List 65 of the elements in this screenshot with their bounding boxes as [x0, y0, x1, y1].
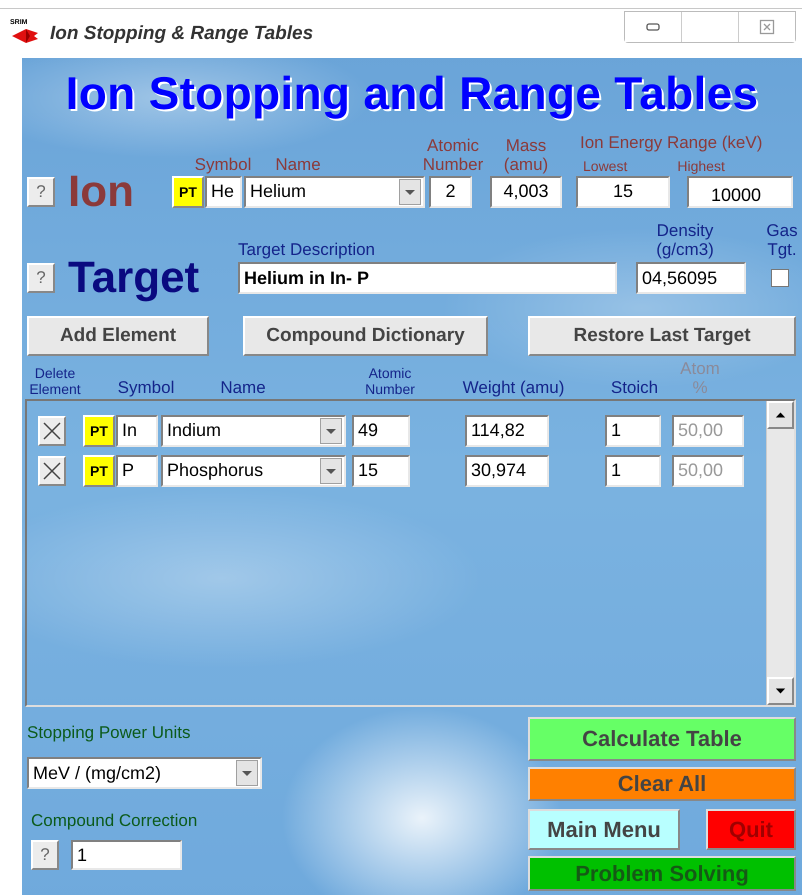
name-dropdown[interactable]: Indium	[161, 414, 346, 446]
gas-target-checkbox[interactable]	[771, 269, 789, 287]
periodic-table-button[interactable]: PT	[172, 176, 204, 208]
energy-range-label: Ion Energy Range (keV)	[580, 133, 764, 152]
weight-field[interactable]: 30,974	[465, 454, 549, 486]
column-header: Weight (amu)	[462, 378, 566, 397]
weight-field[interactable]: 114,82	[465, 414, 549, 446]
help-button[interactable]: ?	[31, 840, 59, 870]
name-label: Name	[274, 155, 322, 174]
help-button[interactable]: ?	[27, 176, 55, 206]
density-label: Density (g/cm3)	[655, 221, 715, 259]
column-header: Name	[219, 378, 267, 397]
column-header: Stoich	[610, 378, 660, 397]
mass-field[interactable]: 4,003	[490, 176, 562, 208]
column-header: Delete Element	[28, 365, 82, 397]
periodic-table-button[interactable]: PT	[83, 414, 115, 446]
app-heading: Ion Stopping and Range Tables	[66, 66, 758, 120]
atomic-number-field[interactable]: 49	[352, 414, 410, 446]
gas-target-label: Gas Tgt.	[765, 221, 799, 259]
lowest-label: Lowest	[583, 158, 628, 174]
scrollbar[interactable]	[766, 401, 794, 705]
atomic-number-label: Atomic Number	[422, 136, 484, 174]
minimize-icon	[646, 23, 660, 31]
column-header: Atom %	[679, 359, 721, 397]
name-dropdown[interactable]: Helium	[244, 176, 425, 208]
help-button[interactable]: ?	[27, 263, 55, 293]
density-field[interactable]: 04,56095	[636, 262, 746, 294]
symbol-field[interactable]: He	[205, 176, 242, 208]
highest-energy-field[interactable]: 10000	[687, 176, 793, 208]
close-button[interactable]	[738, 12, 795, 42]
scroll-down-icon[interactable]	[767, 677, 794, 705]
atomic-number-field[interactable]: 15	[352, 454, 410, 486]
symbol-label: Symbol	[194, 155, 252, 174]
column-header: Atomic Number	[364, 365, 416, 397]
column-header: Symbol	[116, 378, 176, 397]
compound-correction-field[interactable]: 1	[71, 840, 182, 870]
clear-all-button[interactable]: Clear All	[528, 767, 796, 801]
main-menu-button[interactable]: Main Menu	[528, 809, 680, 850]
stoich-field[interactable]: 1	[605, 454, 661, 486]
x-icon	[42, 460, 62, 480]
scroll-up-icon[interactable]	[767, 401, 794, 429]
delete-button[interactable]	[38, 416, 66, 446]
delete-button[interactable]	[38, 456, 66, 486]
target-description-field[interactable]: Helium in In- P	[238, 262, 617, 294]
lowest-energy-field[interactable]: 15	[576, 176, 670, 208]
ion-label: Ion	[68, 172, 135, 212]
calculate-table-button[interactable]: Calculate Table	[528, 717, 796, 761]
close-icon	[759, 19, 775, 35]
add-element-button[interactable]: Add Element	[27, 316, 209, 356]
stoich-field[interactable]: 1	[605, 414, 661, 446]
name-dropdown[interactable]: Phosphorus	[161, 454, 346, 486]
highest-label: Highest	[677, 158, 725, 174]
restore-target-button[interactable]: Restore Last Target	[528, 316, 796, 356]
target-description-label: Target Description	[238, 240, 376, 259]
compound-correction-label: Compound Correction	[31, 811, 198, 830]
stopping-units-label: Stopping Power Units	[27, 723, 190, 742]
symbol-field[interactable]: In	[116, 414, 158, 446]
mass-label: Mass (amu)	[502, 136, 550, 174]
stopping-units-dropdown[interactable]: MeV / (mg/cm2)	[27, 757, 262, 789]
window-title: Ion Stopping & Range Tables	[50, 22, 314, 44]
symbol-field[interactable]: P	[116, 454, 158, 486]
atomic-number-field[interactable]: 2	[429, 176, 472, 208]
compound-dictionary-button[interactable]: Compound Dictionary	[243, 316, 488, 356]
periodic-table-button[interactable]: PT	[83, 454, 115, 486]
x-icon	[42, 420, 62, 440]
